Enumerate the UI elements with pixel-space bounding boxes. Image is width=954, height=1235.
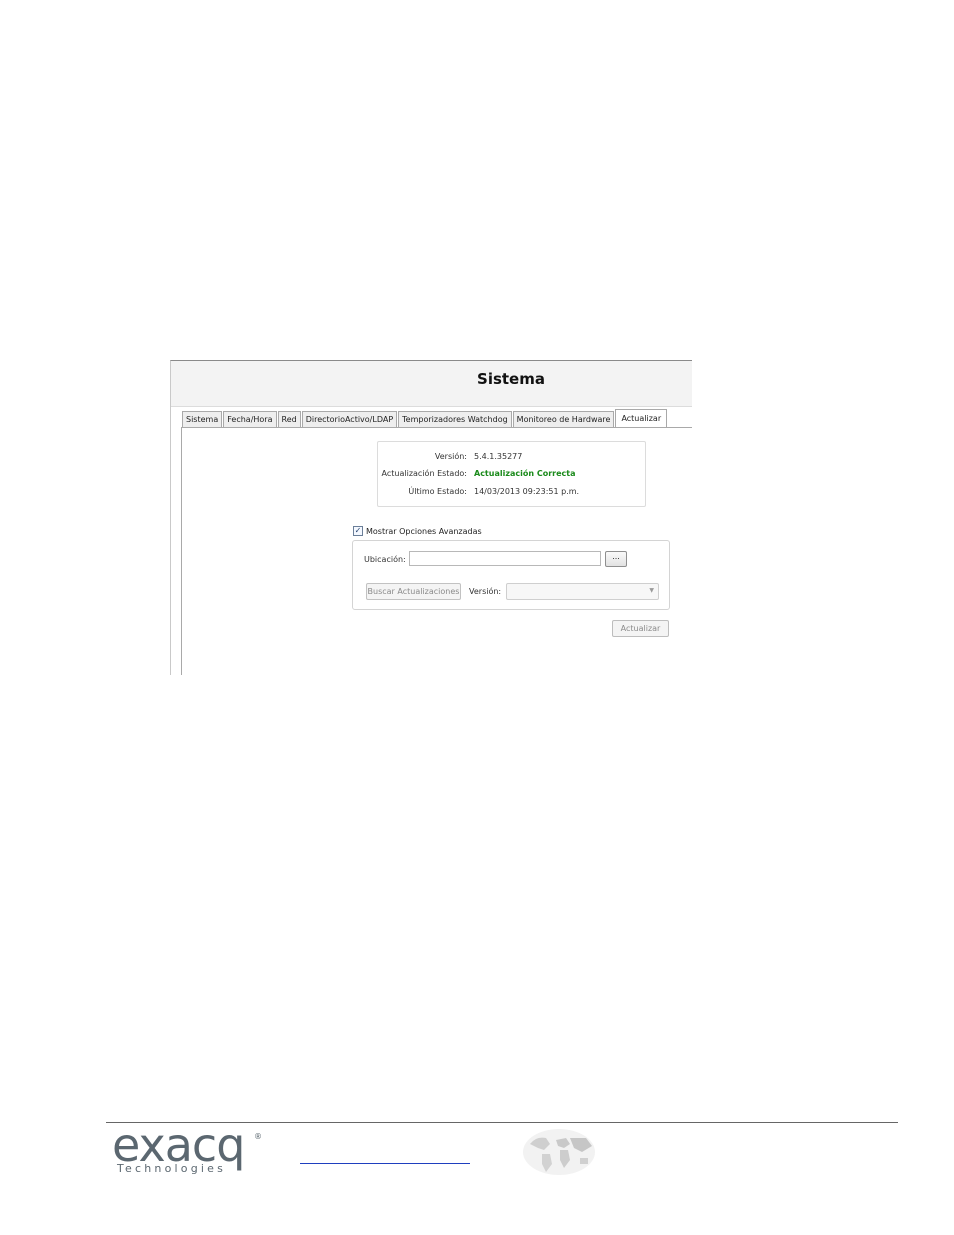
location-input[interactable] xyxy=(409,551,601,566)
last-state-value: 14/03/2013 09:23:51 p.m. xyxy=(474,487,580,496)
last-state-label: Último Estado: xyxy=(408,487,467,496)
exacq-logo: exacq ® Technologies xyxy=(112,1118,262,1176)
update-button[interactable]: Actualizar xyxy=(612,620,669,637)
world-map-icon xyxy=(523,1129,595,1175)
browse-button[interactable]: ... xyxy=(605,551,627,567)
advanced-options-label: Mostrar Opciones Avanzadas xyxy=(366,526,482,536)
version-value: 5.4.1.35277 xyxy=(474,452,523,461)
panel-header: Sistema xyxy=(171,361,692,407)
tab-sistema[interactable]: Sistema xyxy=(182,411,223,427)
chevron-down-icon: ▼ xyxy=(649,587,654,594)
last-state-row: Último Estado: 14/03/2013 09:23:51 p.m. xyxy=(378,487,645,499)
update-state-row: Actualización Estado: Actualización Corr… xyxy=(378,469,645,481)
advanced-options-checkbox[interactable]: ✓ xyxy=(353,526,363,536)
tab-monitoreo-hardware[interactable]: Monitoreo de Hardware xyxy=(512,411,615,427)
version-row: Versión: 5.4.1.35277 xyxy=(378,452,645,464)
advanced-options-group: Ubicación: ... Buscar Actualizaciones Ve… xyxy=(352,540,670,610)
tab-temporizadores-watchdog[interactable]: Temporizadores Watchdog xyxy=(398,411,512,427)
update-status-box: Versión: 5.4.1.35277 Actualización Estad… xyxy=(377,441,646,507)
logo-subtitle: Technologies xyxy=(117,1162,227,1175)
version-select[interactable]: ▼ xyxy=(506,583,659,600)
update-state-value: Actualización Correcta xyxy=(474,469,576,478)
page-title: Sistema xyxy=(477,370,545,388)
advanced-options-toggle[interactable]: ✓ Mostrar Opciones Avanzadas xyxy=(353,526,482,536)
tab-fecha-hora[interactable]: Fecha/Hora xyxy=(223,411,277,427)
update-state-label: Actualización Estado: xyxy=(381,469,467,478)
search-updates-button[interactable]: Buscar Actualizaciones xyxy=(366,583,461,600)
footer-link[interactable] xyxy=(300,1163,470,1164)
system-settings-panel: Sistema Sistema Fecha/Hora Red Directori… xyxy=(170,360,692,675)
tab-actualizar[interactable]: Actualizar xyxy=(615,409,668,427)
tab-directorio-activo[interactable]: DirectorioActivo/LDAP xyxy=(301,411,398,427)
logo-registered-mark: ® xyxy=(254,1132,262,1141)
tab-bar: Sistema Fecha/Hora Red DirectorioActivo/… xyxy=(182,409,668,428)
location-label: Ubicación: xyxy=(364,555,406,564)
version-select-label: Versión: xyxy=(469,587,502,596)
version-label: Versión: xyxy=(434,452,467,461)
tab-red[interactable]: Red xyxy=(277,411,301,427)
